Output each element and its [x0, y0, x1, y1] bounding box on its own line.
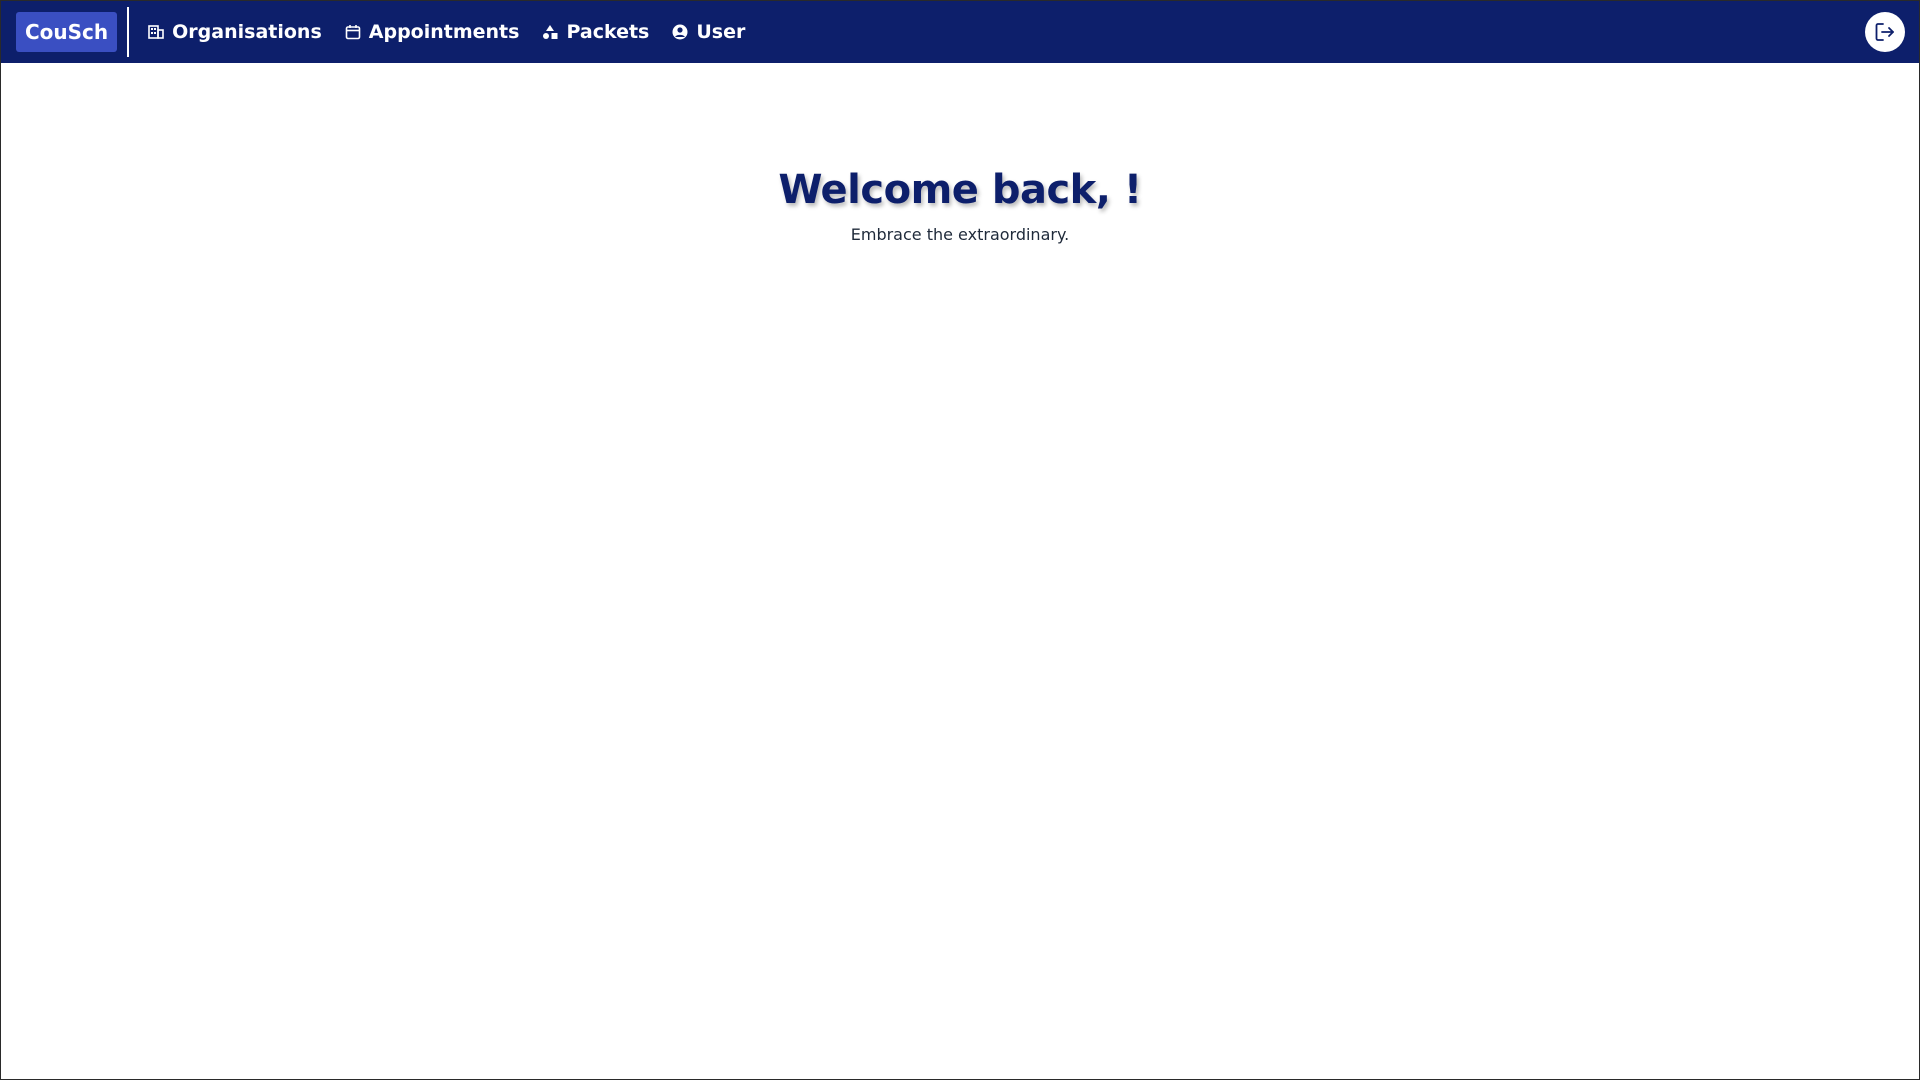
welcome-heading: Welcome back, !	[778, 167, 1142, 213]
app-window: CouSch Organisations Appointments Packet…	[0, 0, 1920, 1080]
nav-item-label: User	[696, 21, 746, 43]
brand-logo-link[interactable]: CouSch	[16, 12, 118, 52]
logout-button[interactable]	[1865, 12, 1905, 52]
building-icon	[147, 23, 165, 41]
nav-item-packets[interactable]: Packets	[541, 21, 649, 43]
logout-icon	[1874, 21, 1896, 43]
nav-item-user[interactable]: User	[671, 21, 745, 43]
calendar-icon	[344, 23, 362, 41]
navbar-divider	[127, 7, 130, 57]
nav-item-label: Packets	[566, 21, 650, 43]
nav-item-appointments[interactable]: Appointments	[344, 21, 520, 43]
user-circle-icon	[671, 23, 689, 41]
shapes-icon	[541, 23, 559, 41]
nav-item-label: Organisations	[172, 21, 322, 43]
top-navbar: CouSch Organisations Appointments Packet…	[1, 1, 1919, 63]
main-content: Welcome back, ! Embrace the extraordinar…	[1, 63, 1919, 244]
nav-item-organisations[interactable]: Organisations	[147, 21, 322, 43]
welcome-subtitle: Embrace the extraordinary.	[850, 225, 1070, 244]
nav-item-label: Appointments	[368, 21, 520, 43]
